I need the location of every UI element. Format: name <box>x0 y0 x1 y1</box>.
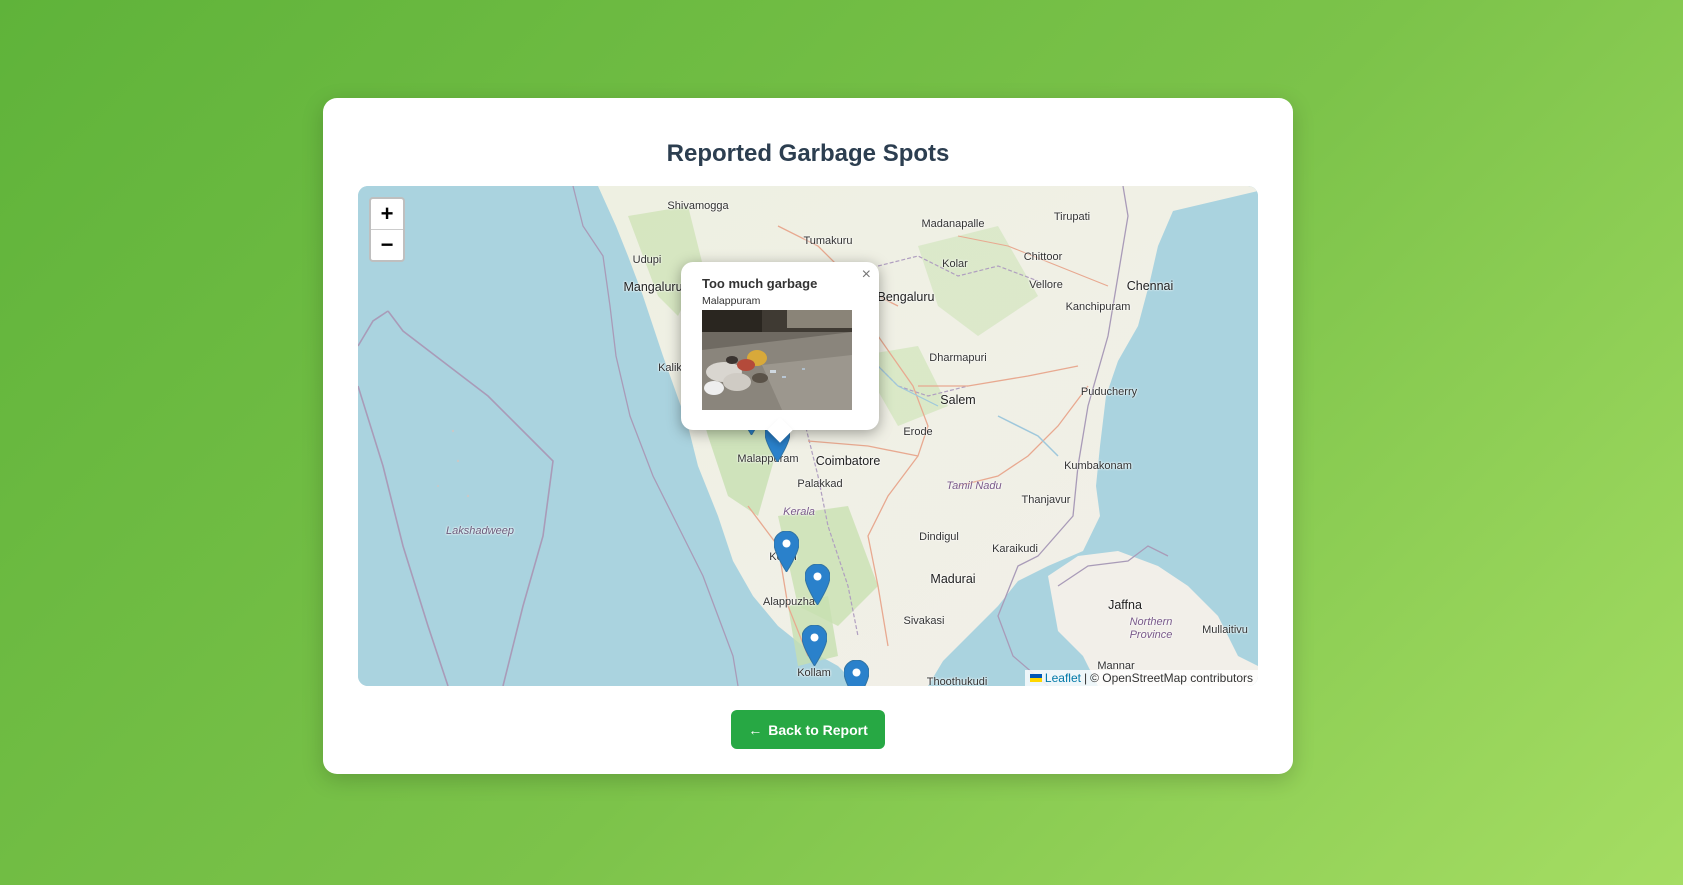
place-label: Vellore <box>1029 279 1063 291</box>
place-label: Tamil Nadu <box>946 480 1002 492</box>
place-label: Lakshadweep <box>446 525 514 537</box>
back-to-report-button[interactable]: ← Back to Report <box>731 710 885 749</box>
attribution-separator: | <box>1083 671 1088 685</box>
zoom-out-button[interactable]: − <box>371 229 403 260</box>
place-label: Shivamogga <box>667 200 729 212</box>
place-label: Jaffna <box>1108 598 1142 612</box>
map-attribution: Leaflet | © OpenStreetMap contributors <box>1024 670 1258 686</box>
place-label: Kanchipuram <box>1065 301 1131 313</box>
popup-close-button[interactable]: × <box>862 266 871 284</box>
place-label: Mangaluru <box>623 280 683 294</box>
place-label: Chittoor <box>1023 251 1063 263</box>
place-label: Mullaitivu <box>1202 624 1248 636</box>
map-marker-icon[interactable] <box>802 625 827 666</box>
popup-title: Too much garbage <box>702 276 818 291</box>
place-label: Chennai <box>1126 279 1174 293</box>
place-label: Palakkad <box>797 478 843 490</box>
map-marker-icon[interactable] <box>805 564 830 605</box>
osm-attribution: © OpenStreetMap contributors <box>1090 671 1253 685</box>
place-label: Erode <box>903 426 933 438</box>
place-label: Bengaluru <box>877 290 935 304</box>
place-label: Sivakasi <box>903 615 945 627</box>
zoom-control: + − <box>369 197 405 262</box>
map-view[interactable]: Shivamogga Tumakuru Madanapalle Tirupati… <box>358 186 1258 686</box>
place-label: Karaikudi <box>992 543 1038 555</box>
zoom-in-button[interactable]: + <box>371 199 403 229</box>
place-label: Madurai <box>930 572 976 586</box>
map-marker-icon[interactable] <box>774 531 799 572</box>
place-label: Tirupati <box>1053 211 1091 223</box>
place-label: Kollam <box>797 667 831 679</box>
page-title: Reported Garbage Spots <box>666 140 950 167</box>
back-button-label: Back to Report <box>768 721 868 738</box>
place-label: Madanapalle <box>921 218 985 230</box>
leaflet-link[interactable]: Leaflet <box>1045 671 1081 685</box>
place-label: Dharmapuri <box>929 352 987 364</box>
garbage-photo <box>702 310 852 410</box>
place-label: Puducherry <box>1080 386 1138 398</box>
map-marker-icon[interactable] <box>844 660 869 686</box>
place-label: Thoothukudi <box>926 676 988 686</box>
popup-location: Malappuram <box>702 295 761 307</box>
map-card: Reported Garbage Spots Shivamogga Tumaku… <box>323 98 1293 774</box>
place-label: Salem <box>940 393 976 407</box>
marker-popup: × Too much garbage Malappuram <box>681 262 879 443</box>
place-label: Northern Province <box>1129 616 1173 641</box>
place-label: Dindigul <box>919 531 959 543</box>
place-label: Kolar <box>942 258 968 270</box>
ukraine-flag-icon <box>1029 674 1042 682</box>
place-label: Kalik <box>658 362 682 374</box>
arrow-left-icon: ← <box>748 721 763 738</box>
place-label: Kerala <box>783 506 815 518</box>
place-label: Thanjavur <box>1021 494 1071 506</box>
place-label: Tumakuru <box>803 235 853 247</box>
place-label: Coimbatore <box>815 454 881 468</box>
place-label: Udupi <box>632 254 662 266</box>
place-label: Kumbakonam <box>1064 460 1132 472</box>
